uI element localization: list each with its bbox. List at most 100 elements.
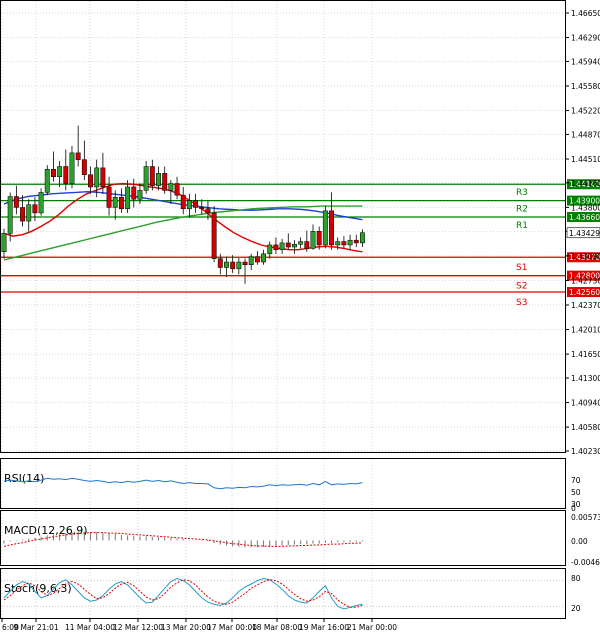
stoch-tick-label: 80 [571, 574, 581, 583]
candle-body [50, 168, 56, 177]
macd-panel-frame [0, 510, 566, 566]
stoch-title: Stoch(9,6,3) [4, 582, 72, 595]
candle-body [125, 186, 131, 210]
rsi-title: RSI(14) [4, 472, 44, 485]
candle-body [193, 200, 199, 208]
level-name-r2: R2 [516, 205, 528, 215]
macd-tick-label: 0.005733 [571, 513, 600, 522]
candle-body [298, 241, 304, 245]
price-tick-label: 1.42010 [571, 326, 600, 335]
candle-body [106, 186, 112, 208]
candle-body [335, 241, 341, 246]
price-tick-label: 1.45580 [571, 82, 600, 91]
candle-body [180, 194, 186, 210]
candle-body [168, 183, 174, 191]
candle-body [329, 210, 334, 246]
candle-body [20, 207, 25, 222]
candle-body [236, 261, 242, 270]
time-label: 19 Mar 16:00 [299, 623, 349, 632]
price-tick-label: 1.40940 [571, 399, 600, 408]
rsi-tick-label: 70 [571, 476, 581, 485]
candle-body [217, 258, 223, 268]
candle-body [224, 261, 229, 268]
macd-tick-label: -0.00468 [571, 558, 600, 567]
candle-body [69, 152, 75, 184]
candle-body [156, 173, 161, 186]
candle-body [359, 232, 365, 244]
candle-body [292, 244, 297, 248]
candle-body [174, 183, 180, 196]
candle-body [186, 200, 192, 210]
candle-body [94, 167, 100, 188]
candle-body [149, 166, 155, 186]
candle-body [230, 261, 236, 270]
price-tick-label: 1.44510 [571, 155, 600, 164]
stoch-panel-frame [0, 568, 566, 619]
candle-body [242, 261, 248, 265]
price-tick-label: 1.44870 [571, 130, 600, 139]
candle-body [81, 159, 87, 175]
rsi-tick-label: 50 [571, 488, 581, 497]
price-tick-label: 1.45940 [571, 57, 600, 66]
candle-body [285, 242, 291, 248]
price-tick-label: 1.40230 [571, 447, 600, 456]
candle-body [267, 244, 273, 255]
current-price-label: 1.43429 [569, 229, 600, 238]
candle-body [63, 166, 69, 184]
candle-body [304, 241, 310, 249]
level-name-s3: S3 [516, 298, 527, 308]
rsi-tick-label: 0 [571, 504, 576, 513]
candle-body [353, 239, 359, 244]
time-label: 17 Mar 00:00 [207, 623, 257, 632]
time-label: 21 Mar 00:00 [347, 623, 397, 632]
candle-body [248, 256, 254, 265]
candle-body [162, 173, 168, 191]
main-panel-frame [0, 0, 566, 453]
level-name-s2: S2 [516, 282, 527, 292]
candle-body [347, 239, 353, 246]
price-tick-label: 1.42370 [571, 301, 600, 310]
time-label: 12 Mar 12:00 [113, 623, 163, 632]
candle-body [261, 253, 267, 263]
candle-body [341, 241, 347, 246]
candle-body [32, 204, 38, 214]
candle-body [254, 256, 260, 263]
price-tick-label: 1.43090 [571, 252, 600, 261]
level-value-label: 1.42560 [569, 288, 600, 297]
level-name-r1: R1 [516, 221, 528, 231]
candle-body [273, 244, 279, 250]
candle-body [199, 207, 205, 210]
candle-body [131, 186, 137, 200]
rsi-panel-frame [0, 458, 566, 509]
candle-body [279, 242, 285, 250]
candle-body [13, 196, 19, 208]
price-tick-label: 1.41300 [571, 374, 600, 383]
price-tick-label: 1.45220 [571, 107, 600, 116]
candle-body [205, 208, 211, 214]
candle-body [26, 204, 32, 222]
forex-chart: R31.44140R21.43900R11.43660S11.43070S21.… [0, 0, 600, 632]
time-label: 18 Mar 08:00 [252, 623, 302, 632]
candle-body [112, 196, 118, 208]
candle-body [100, 167, 106, 188]
price-tick-label: 1.42730 [571, 276, 600, 285]
price-tick-label: 1.46290 [571, 34, 600, 43]
candle-body [310, 231, 316, 249]
candle-body [143, 166, 149, 191]
candle-body [57, 166, 63, 177]
price-tick-label: 1.41650 [571, 350, 600, 359]
level-name-s1: S1 [516, 263, 527, 273]
candle-body [38, 192, 44, 214]
time-label: 11 Mar 04:00 [65, 623, 115, 632]
candle-body [88, 174, 93, 188]
candle-body [1, 233, 7, 253]
macd-title: MACD(12,26,9) [4, 524, 88, 537]
stoch-tick-label: 20 [571, 604, 581, 613]
candle-body [211, 212, 217, 259]
candle-body [316, 231, 322, 246]
candle-body [7, 196, 13, 234]
price-tick-label: 1.43800 [571, 203, 600, 212]
level-value-label: 1.43660 [569, 213, 600, 222]
price-tick-label: 1.40580 [571, 423, 600, 432]
candle-body [75, 152, 81, 160]
